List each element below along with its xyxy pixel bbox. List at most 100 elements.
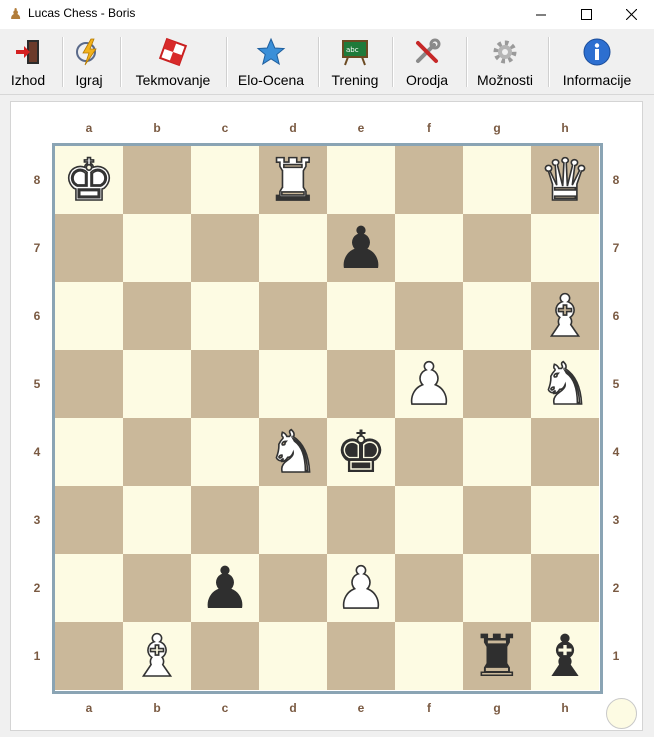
square-c5[interactable] [191, 350, 259, 418]
square-b1[interactable]: ♝ [123, 622, 191, 690]
square-f8[interactable] [395, 146, 463, 214]
square-h3[interactable] [531, 486, 599, 554]
training-button[interactable]: abc Trening [324, 29, 386, 93]
maximize-button[interactable] [563, 0, 609, 29]
square-d8[interactable]: ♜ [259, 146, 327, 214]
square-e3[interactable] [327, 486, 395, 554]
white-pawn-icon[interactable]: ♟ [334, 558, 388, 618]
file-label-c: c [221, 701, 229, 715]
training-chalkboard-icon: abc [342, 40, 368, 66]
white-knight-icon[interactable]: ♞ [538, 354, 592, 414]
file-label-h: h [561, 701, 569, 715]
play-button[interactable]: Igraj [66, 29, 112, 93]
square-g4[interactable] [463, 418, 531, 486]
square-d6[interactable] [259, 282, 327, 350]
square-a8[interactable]: ♚ [55, 146, 123, 214]
white-queen-icon[interactable]: ♛ [538, 150, 592, 210]
close-button[interactable] [608, 0, 654, 29]
square-g3[interactable] [463, 486, 531, 554]
square-g5[interactable] [463, 350, 531, 418]
exit-button[interactable]: Izhod [4, 29, 52, 93]
square-d7[interactable] [259, 214, 327, 282]
black-bishop-icon[interactable]: ♝ [539, 627, 591, 685]
square-b7[interactable] [123, 214, 191, 282]
white-rook-icon[interactable]: ♜ [266, 150, 320, 210]
black-king-icon[interactable]: ♚ [335, 423, 387, 481]
side-to-move-indicator [606, 698, 637, 729]
chess-board[interactable]: ♚ ♜ ♛ ♟ ♝ ♟ ♞ ♞ ♚ ♟ ♟ ♝ ♜ ♝ [52, 143, 603, 694]
square-a4[interactable] [55, 418, 123, 486]
square-f7[interactable] [395, 214, 463, 282]
square-f4[interactable] [395, 418, 463, 486]
square-e1[interactable] [327, 622, 395, 690]
square-d1[interactable] [259, 622, 327, 690]
square-g7[interactable] [463, 214, 531, 282]
square-h7[interactable] [531, 214, 599, 282]
square-h4[interactable] [531, 418, 599, 486]
square-e2[interactable]: ♟ [327, 554, 395, 622]
black-rook-icon[interactable]: ♜ [471, 627, 523, 685]
square-b2[interactable] [123, 554, 191, 622]
square-d3[interactable] [259, 486, 327, 554]
square-b4[interactable] [123, 418, 191, 486]
square-a3[interactable] [55, 486, 123, 554]
square-b5[interactable] [123, 350, 191, 418]
square-f1[interactable] [395, 622, 463, 690]
tools-button[interactable]: Orodja [398, 29, 456, 93]
square-f5[interactable]: ♟ [395, 350, 463, 418]
square-c7[interactable] [191, 214, 259, 282]
white-bishop-icon[interactable]: ♝ [538, 286, 592, 346]
square-a1[interactable] [55, 622, 123, 690]
options-button[interactable]: Možnosti [472, 29, 538, 93]
square-f3[interactable] [395, 486, 463, 554]
square-c1[interactable] [191, 622, 259, 690]
white-knight-icon[interactable]: ♞ [266, 422, 320, 482]
square-g1[interactable]: ♜ [463, 622, 531, 690]
square-b8[interactable] [123, 146, 191, 214]
square-h1[interactable]: ♝ [531, 622, 599, 690]
white-king-icon[interactable]: ♚ [62, 150, 116, 210]
white-pawn-icon[interactable]: ♟ [402, 354, 456, 414]
square-h6[interactable]: ♝ [531, 282, 599, 350]
square-h8[interactable]: ♛ [531, 146, 599, 214]
square-d5[interactable] [259, 350, 327, 418]
competition-board-icon [158, 37, 188, 67]
square-e5[interactable] [327, 350, 395, 418]
rank-label-6: 6 [33, 309, 41, 323]
square-d2[interactable] [259, 554, 327, 622]
elo-rating-button[interactable]: Elo-Ocena [232, 29, 310, 93]
square-g6[interactable] [463, 282, 531, 350]
tools-label: Orodja [405, 72, 449, 88]
square-c8[interactable] [191, 146, 259, 214]
square-d4[interactable]: ♞ [259, 418, 327, 486]
square-h2[interactable] [531, 554, 599, 622]
square-c6[interactable] [191, 282, 259, 350]
competition-button[interactable]: Tekmovanje [128, 29, 218, 93]
square-e4[interactable]: ♚ [327, 418, 395, 486]
rank-label-8: 8 [612, 173, 620, 187]
play-lightning-icon [76, 38, 97, 66]
square-a7[interactable] [55, 214, 123, 282]
file-label-h: h [561, 121, 569, 135]
black-pawn-icon[interactable]: ♟ [335, 219, 387, 277]
square-a2[interactable] [55, 554, 123, 622]
square-e7[interactable]: ♟ [327, 214, 395, 282]
square-f2[interactable] [395, 554, 463, 622]
square-a5[interactable] [55, 350, 123, 418]
square-g2[interactable] [463, 554, 531, 622]
square-e6[interactable] [327, 282, 395, 350]
square-c2[interactable]: ♟ [191, 554, 259, 622]
square-f6[interactable] [395, 282, 463, 350]
square-b3[interactable] [123, 486, 191, 554]
square-b6[interactable] [123, 282, 191, 350]
square-c4[interactable] [191, 418, 259, 486]
white-bishop-icon[interactable]: ♝ [130, 626, 184, 686]
info-button[interactable]: Informacije [556, 29, 638, 93]
black-pawn-icon[interactable]: ♟ [199, 559, 251, 617]
square-g8[interactable] [463, 146, 531, 214]
square-a6[interactable] [55, 282, 123, 350]
minimize-button[interactable] [518, 0, 564, 29]
square-e8[interactable] [327, 146, 395, 214]
square-h5[interactable]: ♞ [531, 350, 599, 418]
square-c3[interactable] [191, 486, 259, 554]
